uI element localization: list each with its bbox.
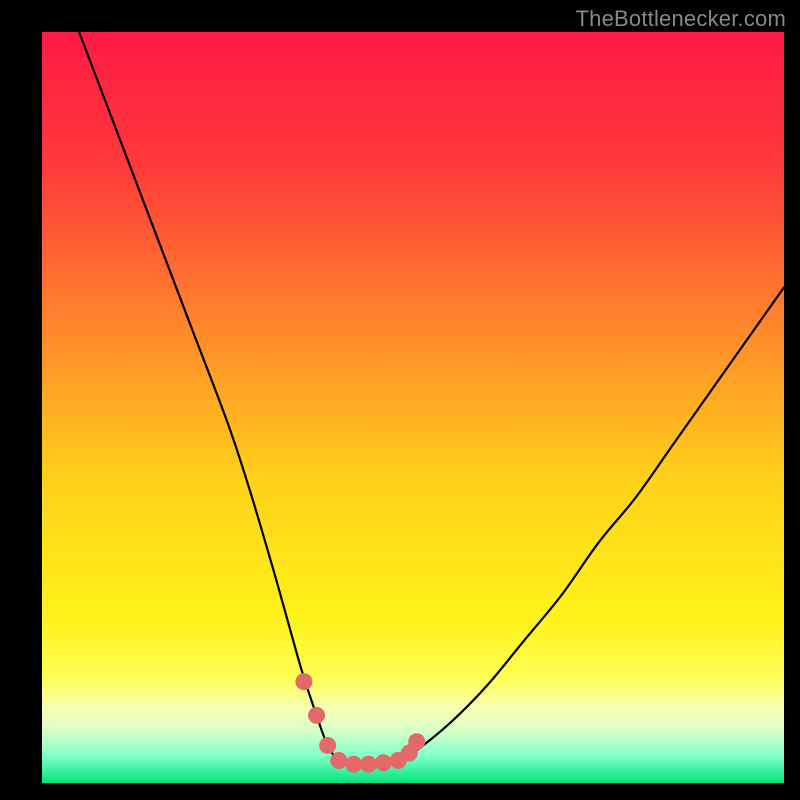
- optimal-marker: [345, 756, 362, 773]
- plot-area: [42, 32, 784, 783]
- optimal-marker: [408, 733, 425, 750]
- optimal-marker: [295, 673, 312, 690]
- optimal-marker: [375, 754, 392, 771]
- chart-frame: TheBottlenecker.com: [0, 0, 800, 800]
- bottleneck-curve: [42, 32, 784, 783]
- optimal-marker: [319, 737, 336, 754]
- optimal-range-markers: [295, 673, 425, 773]
- optimal-marker: [360, 756, 377, 773]
- watermark-text: TheBottlenecker.com: [576, 6, 786, 32]
- optimal-marker: [308, 707, 325, 724]
- optimal-marker: [330, 752, 347, 769]
